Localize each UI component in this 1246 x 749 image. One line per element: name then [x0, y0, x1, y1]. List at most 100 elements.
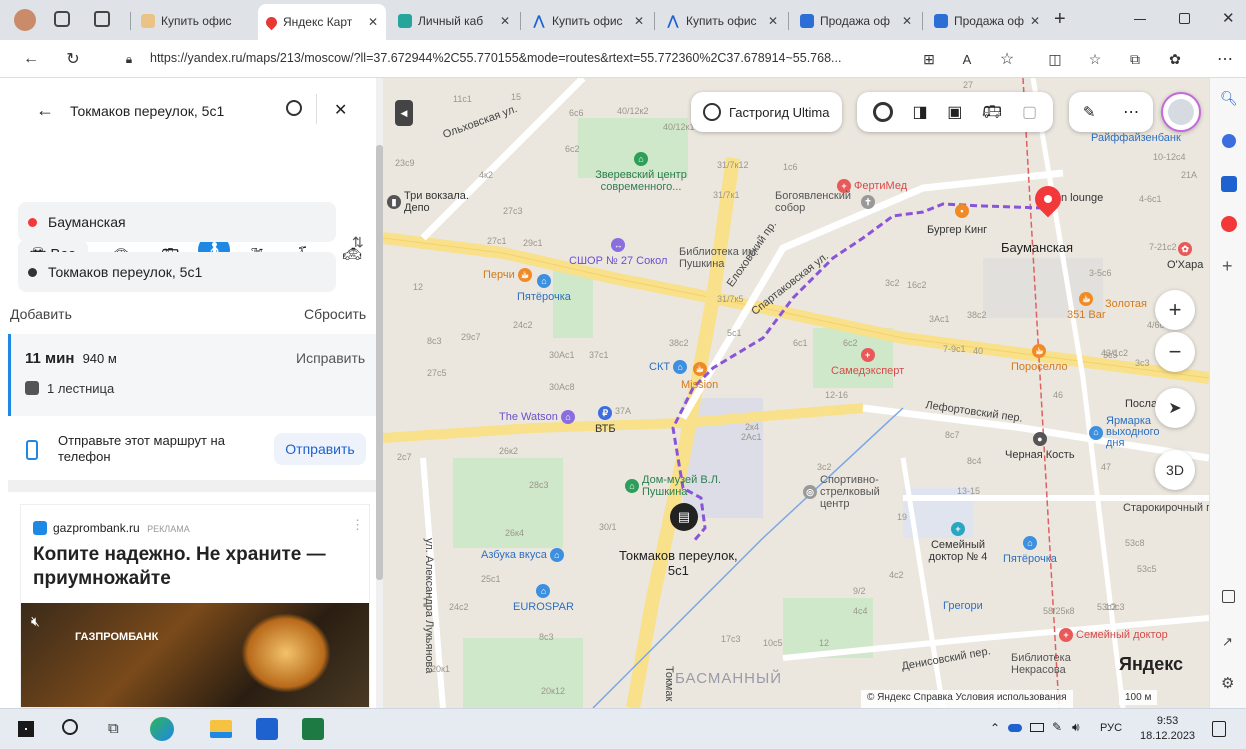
- close-tab-icon[interactable]: ✕: [634, 14, 644, 28]
- tab-actions-icon[interactable]: [94, 11, 110, 27]
- tab-3[interactable]: Личный каб ✕: [390, 6, 518, 36]
- tray-chevron-icon[interactable]: ⌃: [990, 721, 1000, 735]
- ad-menu-icon[interactable]: ⋮: [351, 517, 364, 533]
- refresh-icon[interactable]: ↻: [62, 48, 84, 70]
- favorite-star-icon[interactable]: ☆: [996, 48, 1018, 70]
- edit-route-link[interactable]: Исправить: [296, 350, 365, 366]
- poi[interactable]: ₽ ВТБ: [595, 406, 616, 435]
- mute-icon[interactable]: 🔇︎: [31, 613, 40, 630]
- settings-icon[interactable]: ⚙︎: [1221, 674, 1234, 692]
- poi[interactable]: •: [955, 204, 969, 218]
- user-avatar[interactable]: [1161, 92, 1201, 132]
- route-to-field[interactable]: Токмаков переулок, 5с1: [18, 252, 336, 292]
- poi[interactable]: ⌂ Пятёрочка: [1003, 536, 1057, 565]
- search-taskbar-icon[interactable]: [62, 719, 78, 735]
- poi[interactable]: Райффайзенбанк: [1091, 132, 1181, 144]
- sidebar-scrollbar-thumb[interactable]: [376, 145, 383, 580]
- poi[interactable]: ▮ Три вокзала. Депо: [387, 190, 474, 214]
- reset-link[interactable]: Сбросить: [304, 306, 366, 322]
- clear-icon[interactable]: ✕: [334, 100, 347, 120]
- outlook-icon[interactable]: [1221, 176, 1237, 192]
- task-view-icon[interactable]: ⧉: [108, 720, 119, 737]
- split-screen-icon[interactable]: ◫: [1044, 48, 1066, 70]
- close-window-icon[interactable]: ✕: [1222, 9, 1235, 27]
- collections-icon[interactable]: ⧉: [1124, 48, 1146, 70]
- search-input[interactable]: Токмаков переулок, 5с1: [70, 103, 224, 119]
- poi[interactable]: ☕︎ 351 Bar: [1067, 292, 1106, 321]
- tab-6[interactable]: Продажа оф ✕: [792, 6, 920, 36]
- poi[interactable]: ☕︎ Mission: [681, 362, 718, 391]
- gastroguide-button[interactable]: Гастрогид Ultima: [691, 92, 842, 132]
- poi[interactable]: Грегори: [943, 600, 983, 612]
- poi[interactable]: ↔ СШОР № 27 Сокол: [569, 238, 667, 267]
- zoom-in-button[interactable]: +: [1155, 290, 1195, 330]
- poi[interactable]: n lounge: [1061, 192, 1103, 204]
- apps-icon[interactable]: ⊞: [918, 48, 940, 70]
- add-icon[interactable]: +: [1222, 256, 1233, 277]
- tab-5[interactable]: ⋀ Купить офис ✕: [658, 6, 786, 36]
- tab-1[interactable]: Купить офис: [133, 6, 255, 36]
- poi[interactable]: Библиотека Некрасова: [1011, 652, 1091, 676]
- favorites-icon[interactable]: ☆: [1084, 48, 1106, 70]
- poi[interactable]: Посла: [1125, 398, 1157, 410]
- ruler-icon[interactable]: ✎: [1083, 103, 1096, 121]
- parking-icon[interactable]: ▢: [1022, 102, 1037, 122]
- close-tab-icon[interactable]: ✕: [768, 14, 778, 28]
- minimize-icon[interactable]: [1134, 19, 1146, 20]
- search-icon[interactable]: [286, 100, 302, 116]
- close-tab-icon[interactable]: ✕: [1030, 14, 1040, 28]
- extensions-icon[interactable]: ✿: [1164, 48, 1186, 70]
- poi[interactable]: ◎ Спортивно-стрелковый центр: [803, 474, 890, 510]
- destination-pin-icon[interactable]: ▤: [670, 503, 698, 531]
- route-card[interactable]: 11 мин 940 м Исправить 1 лестница: [8, 334, 376, 416]
- back-icon[interactable]: ←: [20, 48, 42, 70]
- url-field[interactable]: https://yandex.ru/maps/213/moscow/?ll=37…: [150, 51, 841, 65]
- close-tab-icon[interactable]: ✕: [368, 15, 378, 29]
- more-menu-icon[interactable]: ⋯: [1214, 48, 1236, 70]
- map-canvas[interactable]: Ольховская ул. Спартаковская ул. Елоховс…: [383, 78, 1209, 708]
- outlook-taskbar-icon[interactable]: [256, 718, 278, 740]
- notifications-icon[interactable]: [1212, 721, 1226, 737]
- back-arrow-icon[interactable]: ←: [36, 100, 54, 121]
- route-from-field[interactable]: Бауманская: [18, 202, 336, 242]
- zoom-out-button[interactable]: −: [1155, 332, 1195, 372]
- clock[interactable]: 9:53 18.12.2023: [1140, 714, 1195, 744]
- windows-start-icon[interactable]: [18, 721, 34, 737]
- view-3d-button[interactable]: 3D: [1155, 450, 1195, 490]
- new-tab-button[interactable]: +: [1054, 8, 1066, 31]
- restore-icon[interactable]: [1179, 13, 1190, 24]
- pen-icon[interactable]: ✎: [1052, 720, 1062, 734]
- volume-icon[interactable]: 🔊︎: [1072, 720, 1080, 735]
- traffic-icon[interactable]: ▣: [947, 102, 962, 122]
- ad-card[interactable]: gazprombank.ru РЕКЛАМА ⋮ Копите надежно.…: [20, 504, 370, 708]
- read-aloud-icon[interactable]: A: [956, 48, 978, 70]
- poi[interactable]: + Семейный доктор № 4: [923, 522, 993, 563]
- swap-icon[interactable]: ⇅: [352, 234, 364, 251]
- poi[interactable]: ⌂ Пятёрочка: [517, 274, 571, 303]
- tab-active-yandex-maps[interactable]: Яндекс Карт ✕: [258, 4, 386, 40]
- open-external-icon[interactable]: ↗: [1222, 634, 1233, 650]
- edge-taskbar-icon[interactable]: [150, 717, 174, 741]
- more-icon[interactable]: ⋯: [1123, 102, 1139, 122]
- copyright-text[interactable]: © Яндекс Справка Условия использования: [867, 692, 1067, 706]
- profile-avatar[interactable]: [14, 9, 36, 31]
- panorama-icon[interactable]: ◨: [912, 102, 927, 122]
- language-indicator[interactable]: РУС: [1100, 722, 1122, 734]
- copilot-icon[interactable]: [1222, 134, 1236, 148]
- poi[interactable]: + Самедэксперт: [831, 348, 904, 377]
- poi[interactable]: Библиотека им. Пушкина: [679, 246, 769, 270]
- tab-7[interactable]: Продажа оф ✕: [926, 6, 1048, 36]
- poi[interactable]: ⌂ Зверевский центр современного...: [595, 152, 687, 193]
- battery-icon[interactable]: [1030, 723, 1044, 732]
- sidebar-toggle-icon[interactable]: [1222, 590, 1235, 603]
- locate-me-icon[interactable]: ➤: [1155, 388, 1195, 428]
- transit-icon[interactable]: 🚌︎: [982, 102, 1002, 122]
- close-tab-icon[interactable]: ✕: [500, 14, 510, 28]
- poi[interactable]: Золотая: [1105, 298, 1147, 310]
- excel-taskbar-icon[interactable]: [302, 718, 324, 740]
- edge-search-icon[interactable]: 🔍︎: [1220, 90, 1238, 107]
- collapse-sidebar-button[interactable]: ◀: [395, 100, 413, 126]
- poi[interactable]: + Семейный доктор: [1059, 628, 1168, 642]
- poi[interactable]: ☕︎ Пороселло: [1011, 344, 1068, 373]
- tab-4[interactable]: ⋀ Купить офис ✕: [524, 6, 652, 36]
